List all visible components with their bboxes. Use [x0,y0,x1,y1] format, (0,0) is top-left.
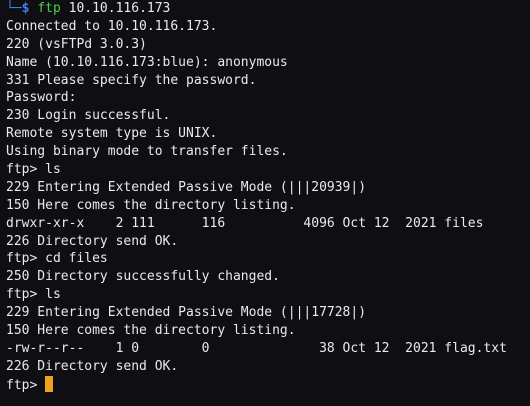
prompt-tree: └─ [6,1,22,16]
prompt-dollar: $ [21,1,30,16]
terminal-output: Connected to 10.10.116.173. 220 (vsFTPd 3… [6,18,530,376]
shell-prompt-line: └─$ ftp 10.10.116.173 [6,0,530,18]
terminal-line: -rw-r--r-- 1 0 0 38 Oct 12 2021 flag.txt [6,340,507,356]
terminal-line: drwxr-xr-x 2 111 116 4096 Oct 12 2021 fi… [6,215,484,231]
current-prompt: ftp> [6,377,46,393]
terminal-line: 226 Directory send OK. [6,358,179,374]
terminal-line: 220 (vsFTPd 3.0.3) [6,36,147,52]
terminal-line: Name (10.10.116.173:blue): anonymous [6,54,288,70]
prompt-argument: 10.10.116.173 [68,1,171,16]
terminal-line: 226 Directory send OK. [6,233,179,249]
terminal-line: Using binary mode to transfer files. [6,144,288,160]
terminal-line: Remote system type is UNIX. [6,126,218,142]
prompt-command: ftp [37,1,61,16]
terminal-line: 150 Here comes the directory listing. [6,323,296,339]
terminal-window[interactable]: └─$ ftp 10.10.116.173 Connected to 10.10… [0,0,530,406]
terminal-line: 230 Login successful. [6,108,171,124]
terminal-line: ftp> cd files [6,251,108,267]
current-prompt-line[interactable]: ftp> [6,375,530,394]
terminal-line: 150 Here comes the directory listing. [6,197,296,213]
terminal-line: 250 Directory successfully changed. [6,269,280,285]
terminal-line: 229 Entering Extended Passive Mode (|||2… [6,179,367,195]
terminal-line: ftp> ls [6,162,61,178]
block-cursor-icon [45,375,54,392]
terminal-line: ftp> ls [6,287,61,303]
terminal-line: 331 Please specify the password. [6,72,257,88]
terminal-line: Connected to 10.10.116.173. [6,18,218,34]
terminal-line: Password: [6,90,77,106]
terminal-line: 229 Entering Extended Passive Mode (|||1… [6,305,367,321]
